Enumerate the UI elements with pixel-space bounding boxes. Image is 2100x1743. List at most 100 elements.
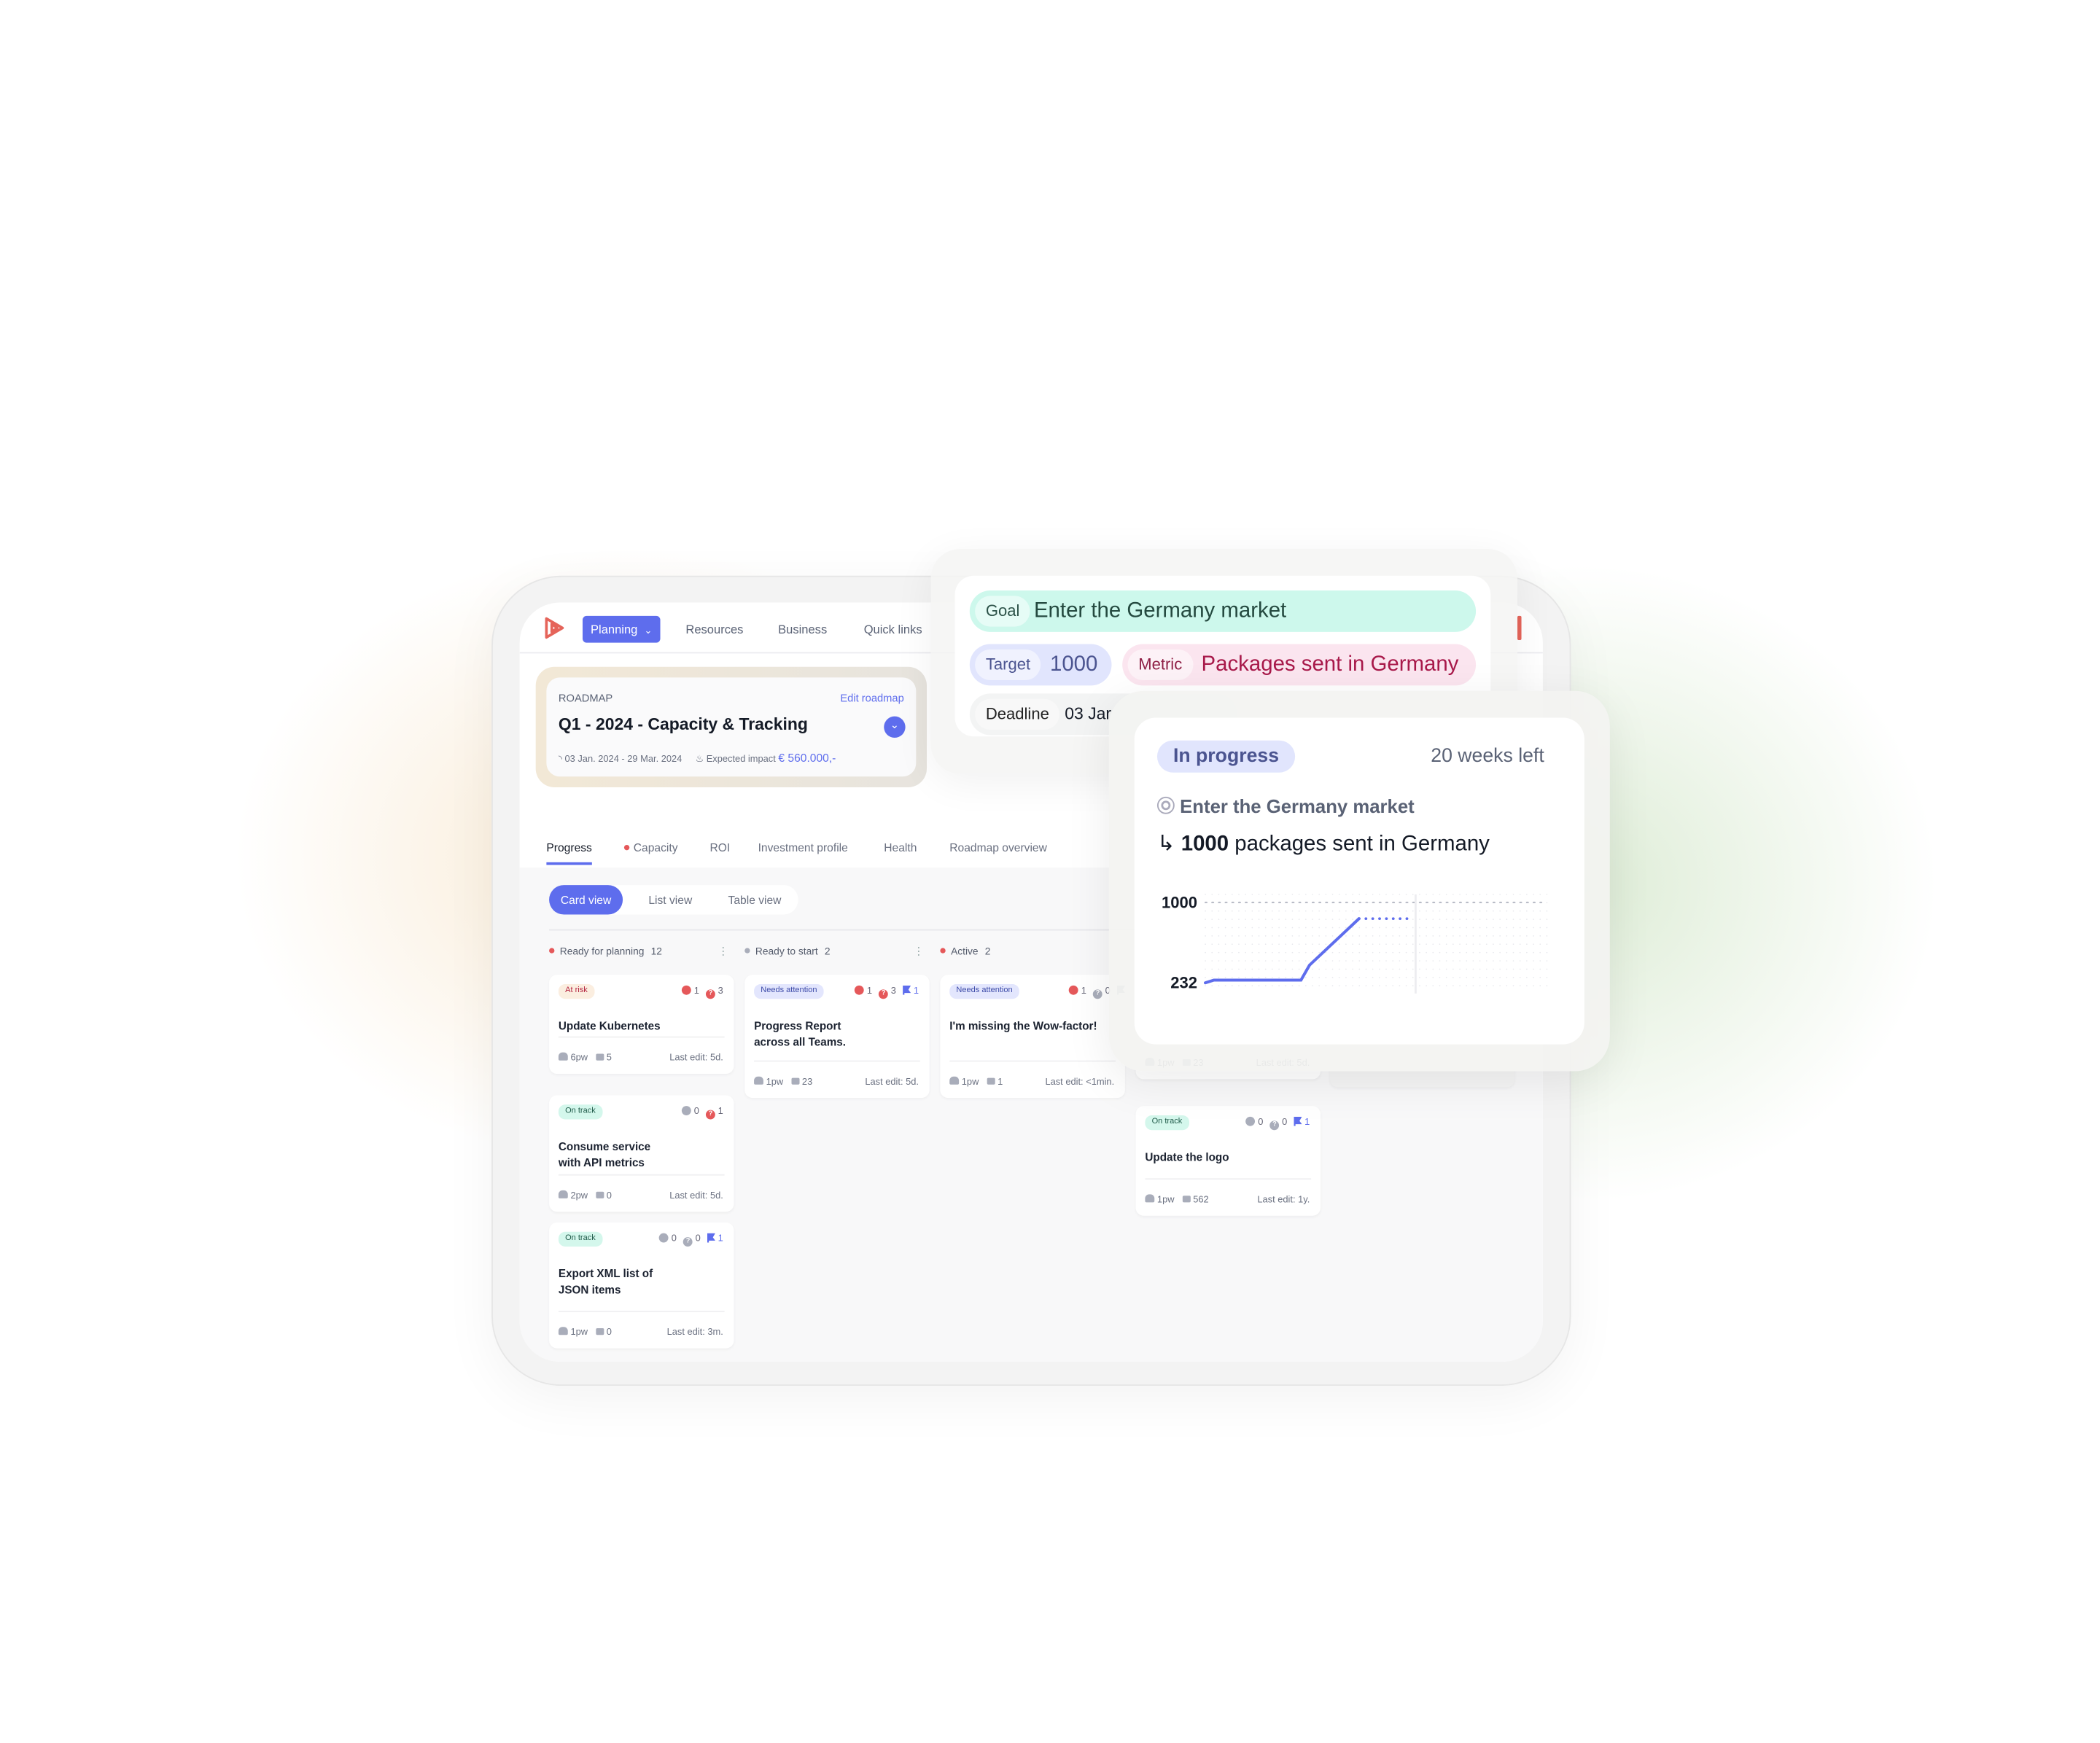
grid-dot bbox=[1539, 943, 1541, 945]
grid-dot bbox=[1392, 935, 1394, 937]
grid-dot bbox=[1419, 919, 1420, 920]
tab-health[interactable]: Health bbox=[884, 841, 917, 854]
task-card[interactable]: On track 0? 1 Consume service with API metr… bbox=[549, 1095, 734, 1212]
grid-dot bbox=[1345, 976, 1347, 978]
grid-dot bbox=[1318, 919, 1321, 920]
grid-dot bbox=[1258, 919, 1260, 920]
divider bbox=[558, 1174, 725, 1176]
grid-dot bbox=[1412, 976, 1414, 978]
grid-dot bbox=[1338, 894, 1340, 895]
blocker-icon bbox=[682, 985, 692, 995]
table-view-button[interactable]: Table view bbox=[718, 885, 791, 914]
grid-dot bbox=[1452, 968, 1454, 970]
task-card[interactable]: Needs attention 1? 3 1 Progress Report acros… bbox=[744, 975, 930, 1099]
roadmap-expand-button[interactable]: ⌄ bbox=[884, 716, 906, 738]
more-options-icon[interactable]: ⋮ bbox=[914, 944, 925, 960]
grid-dot bbox=[1539, 910, 1541, 912]
tab-roi[interactable]: ROI bbox=[709, 841, 730, 854]
grid-dot bbox=[1245, 919, 1246, 920]
grid-dot bbox=[1251, 985, 1253, 987]
grid-dot bbox=[1231, 951, 1233, 954]
grid-dot bbox=[1211, 985, 1213, 987]
grid-dot bbox=[1238, 951, 1240, 954]
task-card[interactable]: On track 0? 0 1 Export XML list of JSON item… bbox=[549, 1222, 734, 1349]
roadmap-eyebrow: ROADMAP bbox=[558, 692, 613, 705]
grid-dot bbox=[1325, 985, 1327, 987]
grid-dot bbox=[1278, 935, 1280, 937]
grid-dot bbox=[1392, 985, 1394, 987]
grid-dot bbox=[1345, 943, 1347, 945]
grid-dot bbox=[1338, 951, 1340, 954]
grid-dot bbox=[1539, 894, 1541, 895]
grid-dot bbox=[1298, 935, 1300, 937]
tab-roadmap-overview[interactable]: Roadmap overview bbox=[949, 841, 1047, 854]
grid-dot bbox=[1352, 943, 1353, 945]
grid-dot bbox=[1325, 935, 1327, 937]
grid-dot bbox=[1258, 935, 1260, 937]
grid-dot bbox=[1358, 951, 1361, 954]
grid-dot bbox=[1533, 985, 1534, 987]
grid-dot bbox=[1526, 960, 1528, 962]
grid-dot bbox=[1485, 894, 1488, 895]
grid-dot bbox=[1205, 985, 1206, 987]
grid-dot bbox=[1245, 976, 1246, 978]
roadmap-card: ROADMAP Edit roadmap Q1 - 2024 - Capacit… bbox=[535, 666, 928, 787]
grid-dot bbox=[1211, 935, 1213, 937]
grid-dot bbox=[1392, 960, 1394, 962]
tab-capacity[interactable]: Capacity bbox=[623, 841, 678, 854]
grid-dot bbox=[1278, 960, 1280, 962]
grid-dot bbox=[1298, 919, 1300, 920]
grid-dot bbox=[1264, 976, 1267, 978]
grid-dot bbox=[1238, 943, 1240, 945]
grid-dot bbox=[1331, 960, 1334, 962]
grid-dot bbox=[1405, 910, 1407, 912]
tab-progress[interactable]: Progress bbox=[546, 841, 592, 865]
tab-investment-profile[interactable]: Investment profile bbox=[758, 841, 848, 854]
grid-dot bbox=[1512, 927, 1514, 929]
more-options-icon[interactable]: ⋮ bbox=[718, 944, 728, 960]
nav-business[interactable]: Business bbox=[778, 616, 827, 643]
nav-quick-links[interactable]: Quick links bbox=[864, 616, 922, 643]
task-card[interactable]: At risk 1? 3 Update Kubernetes 6pw 5 Last edit… bbox=[549, 975, 734, 1075]
grid-dot bbox=[1512, 910, 1514, 912]
grid-dot bbox=[1512, 985, 1514, 987]
grid-dot bbox=[1485, 935, 1488, 937]
grid-dot bbox=[1345, 927, 1347, 929]
grid-dot bbox=[1372, 985, 1374, 987]
grid-dot bbox=[1526, 943, 1528, 945]
card-view-button[interactable]: Card view bbox=[549, 885, 623, 915]
grid-dot bbox=[1245, 951, 1246, 954]
logo-icon[interactable] bbox=[541, 615, 568, 642]
nav-resources[interactable]: Resources bbox=[685, 616, 743, 643]
grid-dot bbox=[1318, 976, 1321, 978]
comments-icon bbox=[596, 1053, 604, 1061]
grid-dot bbox=[1245, 960, 1246, 962]
grid-dot bbox=[1466, 894, 1468, 895]
goal-pill: Goal Enter the Germany market bbox=[969, 590, 1477, 632]
grid-dot bbox=[1285, 951, 1287, 954]
grid-dot bbox=[1372, 935, 1374, 937]
grid-dot bbox=[1345, 935, 1347, 937]
grid-dot bbox=[1452, 910, 1454, 912]
status-badge: On track bbox=[558, 1104, 602, 1120]
grid-dot bbox=[1218, 985, 1220, 987]
list-view-button[interactable]: List view bbox=[634, 885, 707, 914]
task-card[interactable]: Needs attention1?00I'm missing the Wow-f… bbox=[940, 975, 1125, 1099]
people-icon bbox=[949, 1076, 960, 1085]
task-card[interactable]: On track 0? 0 1 Update the logo 1pw 562 Last ed… bbox=[1135, 1106, 1321, 1216]
grid-dot bbox=[1312, 976, 1313, 978]
grid-dot bbox=[1272, 894, 1273, 895]
grid-dot bbox=[1546, 894, 1548, 895]
grid-dot bbox=[1211, 919, 1213, 920]
grid-dot bbox=[1358, 976, 1361, 978]
status-badge: Needs attention bbox=[949, 983, 1019, 999]
grid-dot bbox=[1405, 894, 1407, 895]
grid-dot bbox=[1399, 894, 1401, 895]
grid-dot bbox=[1466, 927, 1468, 929]
nav-planning-button[interactable]: Planning ⌄ bbox=[582, 615, 661, 643]
column-header: Ready to start 2 ⋮ bbox=[744, 944, 929, 960]
grid-dot bbox=[1224, 919, 1226, 920]
edit-roadmap-link[interactable]: Edit roadmap bbox=[840, 693, 903, 705]
grid-dot bbox=[1258, 951, 1260, 954]
grid-dot bbox=[1245, 985, 1246, 987]
